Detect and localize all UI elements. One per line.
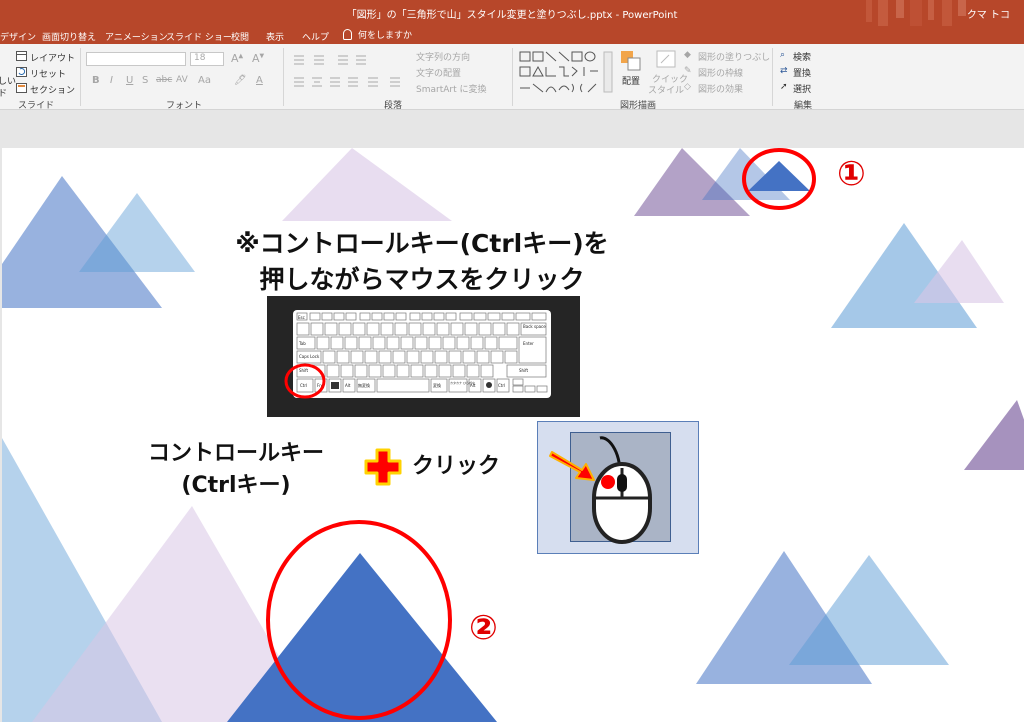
separator xyxy=(80,48,81,106)
pen-icon: ✎ xyxy=(684,66,692,76)
key-alt-left: Alt xyxy=(345,383,351,388)
font-name-box[interactable] xyxy=(86,52,186,66)
effects-icon: ◇ xyxy=(684,82,691,92)
arrange-button[interactable]: 配置 xyxy=(622,74,640,87)
key-caps: Caps Lock xyxy=(299,354,320,359)
tell-me-box[interactable]: 何をしますか xyxy=(343,28,412,41)
font-color-button[interactable]: A xyxy=(256,75,263,86)
separator xyxy=(283,48,284,106)
marker-number-2: ② xyxy=(469,608,498,648)
tab-animations[interactable]: アニメーション xyxy=(105,30,168,43)
quick-styles-icon xyxy=(656,50,676,68)
section-icon xyxy=(16,83,27,93)
key-tab: Tab xyxy=(298,341,306,346)
shapes-gallery[interactable] xyxy=(518,50,614,96)
quick-styles-label-2[interactable]: スタイル xyxy=(648,83,684,96)
layout-icon xyxy=(16,51,27,61)
key-muhenkan: 無変換 xyxy=(358,382,370,388)
search-icon: ⌕ xyxy=(780,50,786,60)
font-size-box[interactable]: 18 xyxy=(190,52,224,66)
ctrl-key-highlight xyxy=(284,363,326,399)
bold-button[interactable]: B xyxy=(92,75,100,86)
instruction-heading: ※コントロールキー(Ctrlキー)を 押しながらマウスをクリック xyxy=(152,226,692,298)
arrow-icon xyxy=(549,451,595,481)
menu-key-icon xyxy=(486,382,492,388)
mouse-illustration xyxy=(537,421,699,554)
convert-smartart-button[interactable]: SmartArt に変換 xyxy=(416,82,486,95)
change-case-button[interactable]: Aa xyxy=(198,75,211,86)
new-slide-arrow-partial[interactable]: ド xyxy=(0,86,7,99)
triangle-shape[interactable] xyxy=(964,400,1024,470)
mouse-icon xyxy=(549,436,652,544)
ctrl-key-line-2: (Ctrlキー) xyxy=(181,473,291,498)
shrink-font-icon[interactable]: A▼ xyxy=(252,52,264,65)
reset-icon xyxy=(16,67,27,77)
tab-view[interactable]: 表示 xyxy=(266,30,284,43)
tab-help[interactable]: ヘルプ xyxy=(302,30,329,43)
key-ctrl-right: Ctrl xyxy=(498,383,505,388)
paint-bucket-icon: ◆ xyxy=(684,50,691,60)
text-direction-button[interactable]: 文字列の方向 xyxy=(416,50,470,63)
heading-line-2: 押しながらマウスをクリック xyxy=(259,265,585,294)
char-spacing-button[interactable]: AV xyxy=(176,75,188,85)
select-button[interactable]: 選択 xyxy=(793,82,811,95)
plus-icon xyxy=(364,448,402,486)
heading-line-1: ※コントロールキー(Ctrlキー)を xyxy=(235,229,609,258)
reset-button[interactable]: リセット xyxy=(30,67,66,80)
replace-button[interactable]: 置換 xyxy=(793,66,811,79)
layout-button[interactable]: レイアウト xyxy=(30,51,75,64)
select-icon: ➚ xyxy=(780,82,788,92)
find-button[interactable]: 検索 xyxy=(793,50,811,63)
key-backspace: Back space xyxy=(523,324,546,329)
powerpoint-window: 「図形」の「三角形で山」スタイル変更と塗りつぶし.pptx - PowerPoi… xyxy=(0,0,1024,722)
shadow-button[interactable]: S xyxy=(142,75,148,86)
separator xyxy=(512,48,513,106)
ribbon: しい ド レイアウト リセット セクション スライド 18 A▲ A▼ B I … xyxy=(0,44,1024,111)
triangle-shape[interactable] xyxy=(282,148,452,221)
key-alt-right: Alt xyxy=(470,383,476,388)
keyboard-illustration: Esc Back space Tab Enter Caps Lock Shift… xyxy=(267,296,580,417)
key-esc: Esc xyxy=(298,315,305,320)
align-text-button[interactable]: 文字の配置 xyxy=(416,66,461,79)
strikethrough-button[interactable]: abc xyxy=(156,75,172,85)
key-shift-right: Shift xyxy=(519,368,529,373)
lightbulb-icon xyxy=(343,29,352,40)
arrange-icon[interactable] xyxy=(620,50,642,72)
slide-canvas[interactable]: ① ② ※コントロールキー(Ctrlキー)を 押しながらマウスをクリック Esc… xyxy=(2,148,1024,722)
key-henkan: 変換 xyxy=(433,382,441,388)
tab-design[interactable]: デザイン xyxy=(0,30,36,43)
shape-fill-button[interactable]: 図形の塗りつぶし xyxy=(698,50,770,63)
user-account-name[interactable]: クマ トコ xyxy=(967,6,1010,21)
separator xyxy=(772,48,773,106)
highlight-icon[interactable]: 🖊 xyxy=(234,75,247,86)
tab-slide-show[interactable]: スライド ショー xyxy=(166,30,232,43)
title-decoration xyxy=(856,0,976,26)
paragraph-icons[interactable] xyxy=(292,54,412,104)
ctrl-key-line-1: コントロールキー xyxy=(147,441,324,466)
shape-outline-button[interactable]: 図形の枠線 xyxy=(698,66,743,79)
tab-review[interactable]: 校閲 xyxy=(231,30,249,43)
replace-icon: ⇄ xyxy=(780,66,788,76)
left-click-dot xyxy=(601,475,615,489)
section-button[interactable]: セクション xyxy=(30,83,75,96)
ctrl-key-label: コントロールキー (Ctrlキー) xyxy=(112,438,360,502)
italic-button[interactable]: I xyxy=(110,75,113,86)
workspace-gutter xyxy=(0,110,1024,148)
click-label: クリック xyxy=(412,454,501,479)
shape-effects-button[interactable]: 図形の効果 xyxy=(698,82,743,95)
tab-transitions[interactable]: 画面切り替え xyxy=(42,30,96,43)
underline-button[interactable]: U xyxy=(126,75,133,86)
ribbon-tabs: デザイン 画面切り替え アニメーション スライド ショー 校閲 表示 ヘルプ 何… xyxy=(0,26,1024,44)
marker-number-1: ① xyxy=(837,154,866,194)
grow-font-icon[interactable]: A▲ xyxy=(231,52,243,65)
tell-me-label: 何をしますか xyxy=(358,31,413,41)
title-bar: 「図形」の「三角形で山」スタイル変更と塗りつぶし.pptx - PowerPoi… xyxy=(0,0,1024,26)
key-enter: Enter xyxy=(523,341,534,346)
